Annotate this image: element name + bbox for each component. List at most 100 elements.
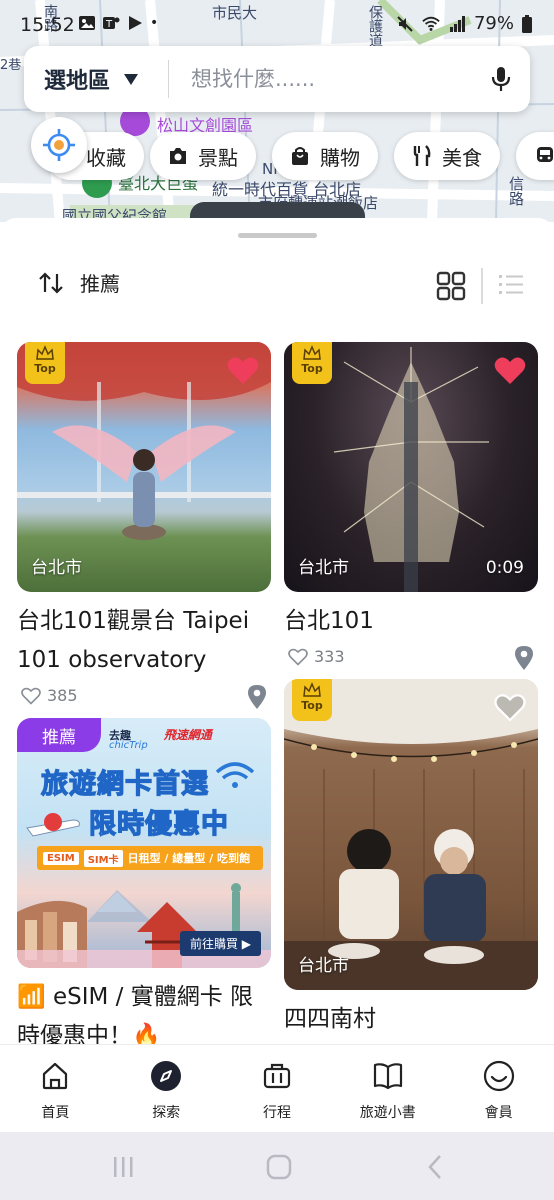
region-select[interactable]: 選地區 bbox=[24, 60, 169, 98]
chip-food[interactable]: 美食 bbox=[394, 132, 500, 180]
promo-brand-chictrip: 去趣 chicTrip bbox=[109, 730, 148, 751]
nav-home[interactable]: 首頁 bbox=[0, 1045, 111, 1132]
locate-me-button[interactable] bbox=[31, 117, 87, 173]
like-count: 385 bbox=[21, 686, 78, 705]
sort-button[interactable]: 推薦 bbox=[38, 268, 120, 297]
chip-food-label: 美食 bbox=[442, 145, 482, 170]
region-select-label: 選地區 bbox=[44, 69, 111, 94]
nav-travel-book[interactable]: 旅遊小書 bbox=[332, 1045, 443, 1132]
promo-chip-esim: ESIM bbox=[43, 851, 79, 865]
place-card-meta: 333 bbox=[284, 645, 538, 675]
chip-shopping[interactable]: 購物 bbox=[272, 132, 378, 180]
status-time: 15:52 bbox=[20, 14, 75, 36]
book-icon bbox=[373, 1063, 402, 1090]
status-bar: 15:52 T • 79% bbox=[0, 0, 554, 48]
place-card-title[interactable]: 四四南村 bbox=[284, 1000, 538, 1039]
heart-outline-button-icon[interactable] bbox=[494, 693, 526, 723]
cafe-illustration bbox=[284, 679, 538, 990]
place-card-title[interactable]: 台北101 bbox=[284, 602, 538, 641]
chip-transport[interactable] bbox=[516, 132, 554, 180]
nav-explore-label: 探索 bbox=[152, 1105, 181, 1121]
smile-icon bbox=[483, 1060, 514, 1092]
map-label-lane: 2巷 bbox=[0, 58, 22, 73]
promo-chip-plans: 日租型 / 總量型 / 吃到飽 bbox=[127, 852, 250, 865]
sheet-drag-handle[interactable] bbox=[238, 233, 317, 238]
chip-attractions[interactable]: 景點 bbox=[150, 132, 256, 180]
video-duration: 0:09 bbox=[485, 558, 524, 578]
nav-travel-book-label: 旅遊小書 bbox=[359, 1105, 416, 1121]
place-card-meta: 385 bbox=[17, 684, 271, 714]
place-card-image[interactable]: Top 台北市 bbox=[284, 679, 538, 990]
recent-apps-icon[interactable] bbox=[114, 1157, 133, 1177]
top-badge-label: Top bbox=[301, 699, 323, 712]
place-card-title[interactable]: 台北101觀景台 Taipei 101 observatory bbox=[17, 602, 271, 680]
train-icon bbox=[537, 147, 553, 162]
search-input[interactable] bbox=[169, 67, 472, 91]
results-sheet[interactable]: 推薦 Top 台北市 台北101觀景台 Taipei 101 observato… bbox=[0, 218, 554, 1044]
place-card[interactable]: Top 台北市 台北101觀景台 Taipei 101 observatory … bbox=[17, 342, 271, 714]
promo-chip-row: ESIM SIM卡 日租型 / 總量型 / 吃到飽 bbox=[37, 846, 263, 870]
place-card-image[interactable]: Top 台北市 bbox=[17, 342, 271, 592]
chip-shopping-label: 購物 bbox=[320, 145, 360, 170]
back-icon[interactable] bbox=[428, 1155, 441, 1179]
microphone-icon bbox=[491, 67, 511, 91]
battery-icon bbox=[522, 14, 532, 33]
home-icon bbox=[43, 1062, 68, 1090]
place-card-city: 台北市 bbox=[298, 558, 349, 578]
promo-brand2: 飛速網通 bbox=[163, 728, 212, 742]
place-card-city: 台北市 bbox=[298, 956, 349, 976]
top-badge: Top bbox=[25, 342, 65, 384]
fork-knife-icon bbox=[413, 145, 431, 166]
gallery-icon bbox=[79, 16, 95, 30]
like-count-value: 385 bbox=[47, 686, 78, 705]
view-toggle-divider bbox=[481, 268, 483, 304]
signal-icon bbox=[449, 15, 465, 32]
heart-filled-icon[interactable] bbox=[227, 356, 259, 386]
heart-outline-icon bbox=[21, 687, 41, 705]
nav-member[interactable]: 會員 bbox=[443, 1045, 554, 1132]
shopping-bag-icon bbox=[292, 147, 308, 165]
list-view-icon[interactable] bbox=[498, 272, 524, 298]
place-card-image[interactable]: Top 台北市 0:09 bbox=[284, 342, 538, 592]
map-pin-icon[interactable] bbox=[247, 684, 267, 710]
search-bar: 選地區 bbox=[24, 46, 530, 112]
camera-icon bbox=[170, 148, 186, 164]
nav-itinerary[interactable]: 行程 bbox=[222, 1045, 333, 1132]
home-button-icon[interactable] bbox=[266, 1154, 292, 1180]
place-card[interactable]: Top 台北市 四四南村 bbox=[284, 679, 538, 1039]
airplane-mascot-icon bbox=[26, 813, 80, 837]
grid-view-icon[interactable] bbox=[436, 270, 466, 302]
top-badge-label: Top bbox=[34, 362, 56, 375]
battery-percent: 79% bbox=[473, 13, 514, 34]
caret-down-icon bbox=[124, 73, 139, 85]
promo-card-image[interactable]: 推薦 去趣 chicTrip 飛速網通 旅遊網卡首選 限時優惠中 ESIM SI… bbox=[17, 718, 271, 968]
nav-home-label: 首頁 bbox=[41, 1105, 70, 1121]
crosshair-icon bbox=[43, 129, 75, 161]
sort-arrows-icon bbox=[39, 271, 63, 294]
promo-tag: 推薦 bbox=[17, 718, 101, 752]
promo-card-title[interactable]: 📶 eSIM / 實體網卡 限時優惠中！🔥 bbox=[17, 978, 271, 1044]
top-badge: Top bbox=[292, 679, 332, 721]
place-card[interactable]: Top 台北市 0:09 台北101 333 bbox=[284, 342, 538, 675]
nav-member-label: 會員 bbox=[484, 1105, 513, 1121]
wifi-signal-icon bbox=[215, 762, 255, 788]
promo-chip-sim: SIM卡 bbox=[83, 849, 123, 867]
bottom-navigation: 首頁 探索 行程 旅遊小書 會員 bbox=[0, 1044, 554, 1132]
promo-card[interactable]: 推薦 去趣 chicTrip 飛速網通 旅遊網卡首選 限時優惠中 ESIM SI… bbox=[17, 718, 271, 1044]
compass-icon bbox=[151, 1061, 182, 1091]
map-pin-icon[interactable] bbox=[514, 645, 534, 671]
more-notifications-dot: • bbox=[150, 15, 159, 31]
nav-itinerary-label: 行程 bbox=[262, 1105, 291, 1121]
heart-filled-icon[interactable] bbox=[494, 356, 526, 386]
system-navigation-bar bbox=[0, 1132, 554, 1200]
sort-label: 推薦 bbox=[80, 272, 120, 296]
sort-toolbar: 推薦 bbox=[0, 268, 554, 310]
promo-cta-button[interactable]: 前往購買 ▶ bbox=[179, 931, 261, 956]
crown-star-icon bbox=[36, 345, 54, 360]
voice-search-button[interactable] bbox=[472, 46, 530, 112]
nav-explore[interactable]: 探索 bbox=[111, 1045, 222, 1132]
chip-favorites-label: 收藏 bbox=[86, 145, 126, 170]
heart-outline-icon bbox=[288, 648, 308, 666]
place-card-city: 台北市 bbox=[31, 558, 82, 578]
chip-attractions-label: 景點 bbox=[198, 145, 238, 170]
